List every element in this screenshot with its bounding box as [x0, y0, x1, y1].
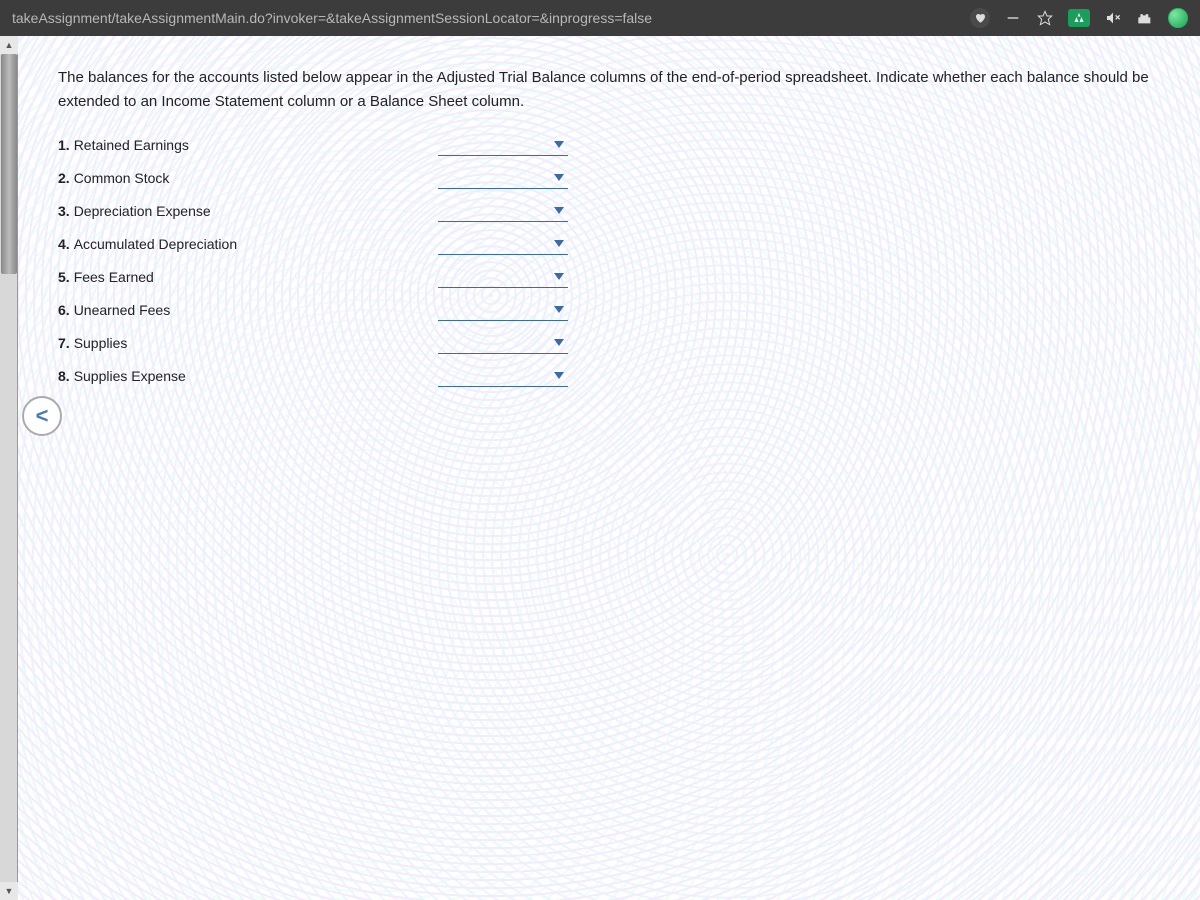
answer-dropdown[interactable] [438, 299, 568, 321]
prev-question-button[interactable]: < [22, 396, 62, 436]
chevron-down-icon [554, 273, 564, 280]
answer-dropdown[interactable] [438, 365, 568, 387]
answer-dropdown[interactable] [438, 332, 568, 354]
extensions-icon[interactable] [1136, 9, 1154, 27]
vertical-scrollbar[interactable]: ▲ ▼ [0, 36, 18, 900]
item-label: 8.Supplies Expense [58, 368, 438, 384]
list-item: 4.Accumulated Depreciation [58, 227, 1180, 260]
question-content: The balances for the accounts listed bel… [18, 36, 1200, 412]
item-label: 3.Depreciation Expense [58, 203, 438, 219]
list-item: 8.Supplies Expense [58, 359, 1180, 392]
item-label: 7.Supplies [58, 335, 438, 351]
answer-dropdown[interactable] [438, 233, 568, 255]
url-bar[interactable]: takeAssignment/takeAssignmentMain.do?inv… [8, 10, 970, 26]
chevron-down-icon [554, 141, 564, 148]
item-label: 4.Accumulated Depreciation [58, 236, 438, 252]
chevron-down-icon [554, 339, 564, 346]
answer-dropdown[interactable] [438, 134, 568, 156]
question-prompt: The balances for the accounts listed bel… [58, 66, 1180, 114]
chevron-down-icon [554, 240, 564, 247]
list-item: 7.Supplies [58, 326, 1180, 359]
chevron-down-icon [554, 372, 564, 379]
item-label: 2.Common Stock [58, 170, 438, 186]
item-label: 6.Unearned Fees [58, 302, 438, 318]
scroll-up-icon[interactable]: ▲ [0, 36, 18, 54]
speaker-muted-icon[interactable] [1104, 9, 1122, 27]
chevron-down-icon [554, 207, 564, 214]
browser-toolbar: takeAssignment/takeAssignmentMain.do?inv… [0, 0, 1200, 36]
question-items-list: 1.Retained Earnings 2.Common Stock 3.Dep… [58, 128, 1180, 392]
translate-icon[interactable] [1068, 9, 1090, 27]
minimize-icon[interactable] [1004, 9, 1022, 27]
list-item: 5.Fees Earned [58, 260, 1180, 293]
chevron-left-icon: < [36, 403, 49, 429]
scroll-down-icon[interactable]: ▼ [0, 882, 18, 900]
list-item: 2.Common Stock [58, 161, 1180, 194]
item-label: 1.Retained Earnings [58, 137, 438, 153]
profile-avatar-icon[interactable] [1168, 8, 1188, 28]
assignment-page: < The balances for the accounts listed b… [18, 36, 1200, 900]
item-label: 5.Fees Earned [58, 269, 438, 285]
list-item: 1.Retained Earnings [58, 128, 1180, 161]
content-area: ▲ ▼ < The balances for the accounts list… [0, 36, 1200, 900]
answer-dropdown[interactable] [438, 266, 568, 288]
answer-dropdown[interactable] [438, 167, 568, 189]
star-icon[interactable] [1036, 9, 1054, 27]
scroll-thumb[interactable] [1, 54, 17, 274]
list-item: 3.Depreciation Expense [58, 194, 1180, 227]
list-item: 6.Unearned Fees [58, 293, 1180, 326]
answer-dropdown[interactable] [438, 200, 568, 222]
browser-actions [970, 8, 1192, 28]
chevron-down-icon [554, 306, 564, 313]
chevron-down-icon [554, 174, 564, 181]
heart-dropdown-icon[interactable] [970, 8, 990, 28]
